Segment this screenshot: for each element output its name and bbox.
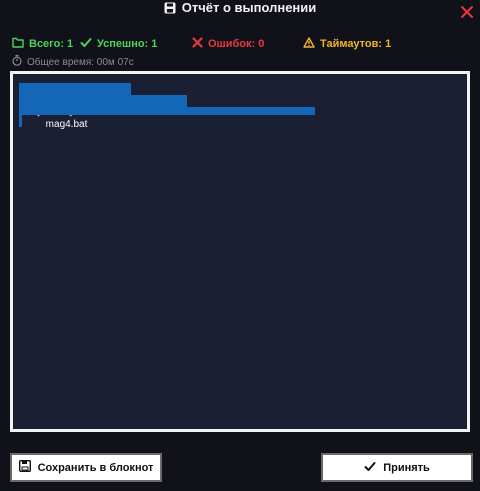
total-time: Общее время: 00м 07с bbox=[12, 55, 134, 69]
cross-icon bbox=[192, 37, 203, 51]
stat-timeouts: Таймаутов: 1 bbox=[303, 37, 391, 51]
log-panel[interactable]: ✓ [0м 0с] mag4.bat ⚠ Остановлено пользов… bbox=[10, 71, 470, 432]
stopwatch-icon bbox=[12, 55, 22, 69]
folder-icon bbox=[12, 37, 24, 51]
stat-total: Всего: 1 bbox=[12, 37, 73, 51]
log-caret-line bbox=[19, 115, 22, 127]
check-icon bbox=[364, 461, 376, 475]
title-bar: Отчёт о выполнении bbox=[0, 0, 480, 24]
stat-timeouts-label: Таймаутов: 1 bbox=[320, 38, 392, 50]
stats-bar: Всего: 1 Успешно: 1 Ошибок: 0 Таймаутов:… bbox=[12, 37, 468, 51]
close-icon[interactable] bbox=[460, 5, 474, 19]
save-button-label: Сохранить в блокнот bbox=[37, 461, 154, 474]
save-to-notepad-button[interactable]: Сохранить в блокнот bbox=[10, 453, 162, 482]
accept-button[interactable]: Принять bbox=[321, 453, 473, 482]
stat-errors-label: Ошибок: 0 bbox=[208, 38, 265, 50]
total-time-text: Общее время: 00м 07с bbox=[27, 56, 134, 68]
log-entry[interactable]: ✓ [0м 0с] mag4.bat bbox=[19, 83, 131, 130]
log-entry-detail[interactable]: ⚠ Остановлено пользователем bbox=[19, 95, 211, 118]
stat-success: Успешно: 1 bbox=[80, 37, 157, 51]
window-title: Отчёт о выполнении bbox=[0, 0, 480, 18]
log-list[interactable]: ✓ [0м 0с] mag4.bat ⚠ Остановлено пользов… bbox=[19, 78, 461, 425]
warning-icon bbox=[303, 37, 315, 51]
stat-success-label: Успешно: 1 bbox=[97, 38, 158, 50]
window-title-text: Отчёт о выполнении bbox=[181, 0, 317, 15]
stat-total-label: Всего: 1 bbox=[29, 38, 74, 50]
log-selection-line[interactable] bbox=[19, 107, 315, 115]
accept-button-label: Принять bbox=[383, 461, 430, 474]
save-icon bbox=[164, 2, 176, 18]
floppy-icon bbox=[18, 459, 31, 475]
check-icon bbox=[80, 37, 92, 51]
stat-errors: Ошибок: 0 bbox=[192, 37, 264, 51]
